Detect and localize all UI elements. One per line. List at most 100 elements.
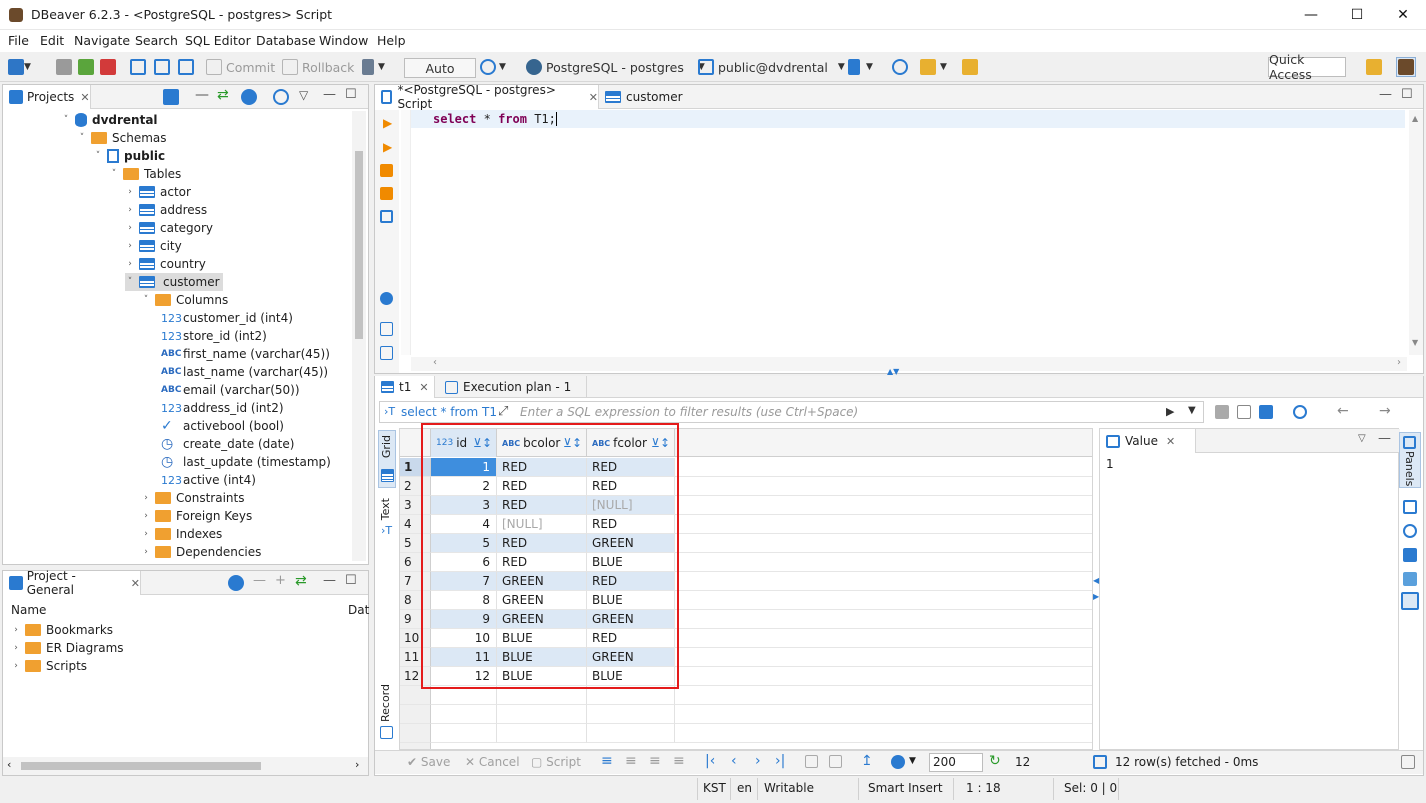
grid-cell[interactable] [431, 724, 497, 743]
grid-cell[interactable]: GREEN [497, 572, 587, 591]
grid-cell[interactable]: GREEN [587, 534, 675, 553]
minimize-editor-icon[interactable]: — [1379, 87, 1392, 102]
grid-cell[interactable]: RED [587, 629, 675, 648]
value-tab[interactable]: Value ✕ [1100, 429, 1196, 453]
grid-cell[interactable]: BLUE [497, 667, 587, 686]
active-connection-selector[interactable]: PostgreSQL - postgres ▼ [526, 57, 705, 77]
grid-cell[interactable]: GREEN [497, 610, 587, 629]
project-general-tab[interactable]: Project - General ✕ [3, 569, 141, 597]
grid-cell[interactable]: BLUE [587, 667, 675, 686]
tree-item[interactable]: 123 address_id (int2) [157, 399, 284, 417]
scroll-right-icon[interactable]: › [355, 758, 359, 771]
commit-button[interactable]: Commit [206, 57, 275, 77]
scrollbar-thumb[interactable] [21, 762, 261, 770]
row-number[interactable] [400, 724, 431, 743]
grid-cell[interactable]: 7 [431, 572, 497, 591]
tree-scrollbar[interactable] [352, 111, 366, 561]
active-schema-selector[interactable]: public@dvdrental ▼ [698, 57, 845, 77]
dashboard-button[interactable] [892, 57, 908, 77]
transaction-log-button[interactable] [154, 57, 170, 77]
editor-settings-icon[interactable] [380, 292, 393, 305]
metadata-panel-icon[interactable] [1403, 524, 1417, 538]
grid-cell[interactable]: 5 [431, 534, 497, 553]
minimize-button[interactable]: — [1288, 0, 1334, 30]
load-script-icon[interactable] [380, 346, 393, 360]
row-number[interactable]: 10 [400, 629, 431, 648]
maximize-view-icon[interactable]: ☐ [345, 87, 357, 102]
menu-database[interactable]: Database [256, 33, 316, 48]
grid-cell[interactable]: RED [497, 534, 587, 553]
record-view-tab[interactable]: Record [378, 680, 396, 750]
expanded-chevron-icon[interactable]: ˅ [141, 295, 151, 305]
tree-item[interactable]: › country [125, 255, 206, 273]
filter-input[interactable]: Enter a SQL expression to filter results… [520, 405, 858, 419]
row-number[interactable] [400, 686, 431, 705]
execute-script-new-tabs-icon[interactable] [380, 187, 393, 200]
save-filter-icon[interactable] [1259, 405, 1273, 419]
grid-cell[interactable] [431, 686, 497, 705]
tree-item[interactable]: › address [125, 201, 207, 219]
navigate-forward-icon[interactable]: → [1379, 403, 1391, 419]
grid-cell[interactable]: 4 [431, 515, 497, 534]
grid-cell[interactable]: 11 [431, 648, 497, 667]
tree-item[interactable]: ◷ last_update (timestamp) [157, 453, 331, 471]
grid-cell[interactable]: RED [587, 572, 675, 591]
refresh-results-icon[interactable] [1293, 405, 1307, 419]
pending-transactions-button[interactable] [178, 57, 194, 77]
grid-cell[interactable]: 8 [431, 591, 497, 610]
grid-cell[interactable]: RED [587, 458, 675, 477]
tree-item-scripts[interactable]: › Scripts [11, 657, 87, 675]
grid-cell[interactable]: [NULL] [497, 515, 587, 534]
execute-statement-icon[interactable]: ▶ [383, 116, 392, 130]
grid-cell[interactable] [497, 686, 587, 705]
scroll-left-icon[interactable]: ‹ [7, 758, 11, 771]
scroll-left-icon[interactable]: ‹ [433, 357, 437, 368]
filter-settings-icon[interactable] [1237, 405, 1251, 419]
close-tab-icon[interactable]: ✕ [589, 91, 598, 104]
panels-toggle-tab[interactable]: Panels [1399, 432, 1421, 488]
tree-item[interactable]: ◷ create_date (date) [157, 435, 294, 453]
cancel-button[interactable]: ✕ Cancel [465, 755, 520, 769]
new-folder-icon[interactable] [163, 89, 179, 105]
last-page-icon[interactable]: ›| [775, 753, 785, 769]
dbeaver-perspective-button[interactable] [1396, 57, 1416, 77]
execution-plan-tab[interactable]: Execution plan - 1 [441, 376, 587, 398]
grid-cell[interactable] [587, 705, 675, 724]
grid-cell[interactable]: [NULL] [587, 496, 675, 515]
eraser-icon[interactable] [1215, 405, 1229, 419]
previous-page-icon[interactable]: ‹ [731, 753, 737, 769]
reconnect-button[interactable] [78, 57, 94, 77]
tree-item[interactable]: › actor [125, 183, 191, 201]
grouping-panel-icon[interactable] [1403, 548, 1417, 562]
tree-item[interactable]: › city [125, 237, 182, 255]
grid-cell[interactable]: GREEN [497, 591, 587, 610]
tree-item[interactable]: ABC email (varchar(50)) [157, 381, 300, 399]
fetch-all-icon[interactable] [829, 755, 842, 768]
grid-view-tab[interactable]: Grid [378, 430, 396, 488]
menu-search[interactable]: Search [135, 33, 178, 48]
column-header-date[interactable]: Dat [348, 603, 369, 617]
connect-button[interactable] [56, 57, 72, 77]
tree-item[interactable]: 123 customer_id (int4) [157, 309, 293, 327]
filter-sort-icon[interactable]: ⊻↕ [651, 436, 670, 450]
script-button[interactable]: ▢ Script [531, 755, 581, 769]
expanded-chevron-icon[interactable]: ˅ [61, 115, 71, 125]
collapsed-chevron-icon[interactable]: › [125, 259, 135, 269]
collapsed-chevron-icon[interactable]: › [141, 529, 151, 539]
scroll-right-icon[interactable]: › [1397, 357, 1401, 368]
menu-sql-editor[interactable]: SQL Editor [185, 33, 251, 48]
filter-sort-icon[interactable]: ⊻↕ [473, 436, 492, 450]
row-number[interactable]: 1 [400, 458, 431, 477]
view-menu-icon[interactable]: ▽ [1358, 433, 1366, 444]
tree-item-bookmarks[interactable]: › Bookmarks [11, 621, 113, 639]
tree-item[interactable]: ˅ dvdrental [61, 111, 158, 129]
refresh-icon[interactable] [273, 89, 289, 105]
collapsed-chevron-icon[interactable]: › [141, 547, 151, 557]
collapsed-chevron-icon[interactable]: › [125, 223, 135, 233]
close-tab-icon[interactable]: ✕ [131, 577, 140, 590]
grid-cell[interactable]: GREEN [587, 648, 675, 667]
close-button[interactable]: ✕ [1380, 0, 1426, 30]
tree-item[interactable]: 123 active (int4) [157, 471, 256, 489]
collapsed-chevron-icon[interactable]: › [125, 241, 135, 251]
row-number[interactable]: 12 [400, 667, 431, 686]
